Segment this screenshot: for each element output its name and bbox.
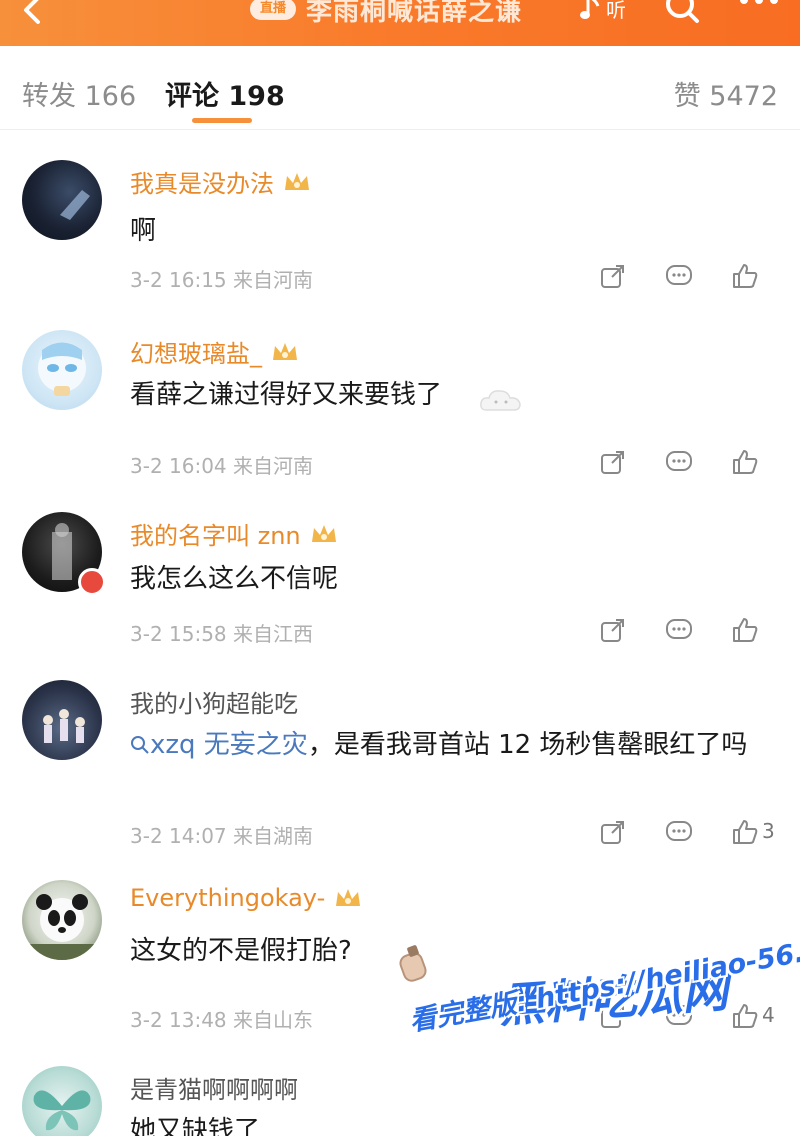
share-icon xyxy=(601,821,624,844)
username-text: Everythingokay- xyxy=(130,884,326,912)
listen-label: 听 xyxy=(606,0,626,22)
like-count: 3 xyxy=(762,819,775,843)
crown-icon xyxy=(336,889,361,906)
share-button[interactable] xyxy=(580,446,646,478)
search-mention-icon xyxy=(131,736,149,754)
comment-username[interactable]: 是青猫啊啊啊啊 xyxy=(130,1070,298,1105)
comment-username[interactable]: 我的小狗超能吃 xyxy=(130,684,298,719)
share-icon xyxy=(601,619,624,642)
comment-username[interactable]: 我真是没办法 xyxy=(130,164,312,199)
comment-text: 我怎么这么不信呢 xyxy=(130,564,339,594)
top-bar: 直播 李雨桐喊话薛之谦 听 xyxy=(0,0,800,46)
mention-text: xzq 无妄之灾 xyxy=(150,730,308,760)
avatar-image xyxy=(60,190,90,220)
thumbs-up-icon xyxy=(733,618,758,642)
comment-actions xyxy=(580,446,778,478)
verified-badge-icon xyxy=(78,568,106,596)
thumbs-up-icon xyxy=(733,450,758,474)
crown-icon xyxy=(285,172,309,190)
comment-icon xyxy=(666,265,692,285)
comment-meta: 3-2 14:07 来自湖南 xyxy=(130,824,314,848)
tab-repost[interactable]: 转发 166 xyxy=(22,74,136,113)
thumbs-up-icon xyxy=(733,820,758,844)
comment-username[interactable]: Everythingokay- xyxy=(130,884,363,912)
reply-button[interactable] xyxy=(646,446,712,478)
comment-meta: 3-2 15:58 来自江西 xyxy=(130,622,314,646)
comment-meta: 3-2 16:04 来自河南 xyxy=(130,454,314,478)
comment-text: 这女的不是假打胎? xyxy=(130,936,352,966)
comment-meta: 3-2 13:48 来自山东 xyxy=(130,1008,314,1032)
thumbs-up-icon xyxy=(733,264,758,288)
tab-comments[interactable]: 评论 198 xyxy=(165,74,285,113)
comment-icon xyxy=(666,451,692,471)
music-note-icon xyxy=(580,0,600,19)
like-count: 4 xyxy=(762,1003,775,1027)
avatar-image xyxy=(22,894,102,960)
like-button[interactable]: 3 xyxy=(712,816,778,848)
like-button[interactable] xyxy=(712,260,778,292)
avatar[interactable] xyxy=(22,880,102,960)
username-text: 是青猫啊啊啊啊 xyxy=(130,1076,298,1104)
comment-username[interactable]: 幻想玻璃盐_ xyxy=(130,334,300,369)
potion-sticker-icon xyxy=(399,945,427,982)
crown-icon xyxy=(311,524,336,542)
avatar[interactable] xyxy=(22,160,102,240)
thumbs-up-icon xyxy=(733,1004,758,1028)
back-icon[interactable] xyxy=(14,0,50,30)
listen-button[interactable]: 听 xyxy=(580,0,640,24)
comment-text: 她又缺钱了 xyxy=(130,1116,261,1136)
header-title-group: 直播 李雨桐喊话薛之谦 xyxy=(250,0,522,27)
cloud-sticker-icon xyxy=(480,390,521,411)
username-text: 幻想玻璃盐_ xyxy=(130,340,262,368)
live-badge[interactable]: 直播 xyxy=(250,0,297,20)
share-icon xyxy=(601,265,624,288)
avatar[interactable] xyxy=(22,680,102,760)
mention-link[interactable]: xzq 无妄之灾 xyxy=(130,730,308,760)
avatar-image xyxy=(38,342,86,396)
comment-actions xyxy=(580,614,778,646)
crown-icon xyxy=(273,342,297,360)
comment-username[interactable]: 我的名字叫 znn xyxy=(130,516,339,551)
username-text: 我的小狗超能吃 xyxy=(130,690,298,718)
share-button[interactable] xyxy=(580,260,646,292)
comment-actions: 3 xyxy=(580,816,778,848)
reply-button[interactable] xyxy=(646,260,712,292)
share-button[interactable] xyxy=(580,816,646,848)
comment-actions xyxy=(580,260,778,292)
avatar-image xyxy=(43,709,85,743)
comment-text: 啊 xyxy=(130,216,157,246)
reply-button[interactable] xyxy=(646,614,712,646)
tab-bar: 转发 166 评论 198 赞 5472 xyxy=(0,46,800,130)
avatar[interactable] xyxy=(22,1066,102,1136)
page-title: 李雨桐喊话薛之谦 xyxy=(306,0,523,27)
username-text: 我的名字叫 znn xyxy=(130,522,301,550)
comment-icon xyxy=(666,619,692,639)
search-icon[interactable] xyxy=(662,0,702,26)
like-button[interactable] xyxy=(712,614,778,646)
comment-icon xyxy=(666,821,692,841)
more-icon[interactable] xyxy=(734,0,784,14)
comment-text: xzq 无妄之灾，是看我哥首站 12 场秒售罄眼红了吗 xyxy=(130,722,770,768)
avatar[interactable] xyxy=(22,330,102,410)
tab-likes[interactable]: 赞 5472 xyxy=(674,74,778,113)
active-tab-indicator xyxy=(192,118,252,123)
share-icon xyxy=(601,451,624,474)
comment-meta: 3-2 16:15 来自河南 xyxy=(130,268,314,292)
like-button[interactable] xyxy=(712,446,778,478)
reply-button[interactable] xyxy=(646,816,712,848)
comment-body: ，是看我哥首站 12 场秒售罄眼红了吗 xyxy=(307,730,748,760)
share-button[interactable] xyxy=(580,614,646,646)
comment-text: 看薛之谦过得好又来要钱了 xyxy=(130,380,443,410)
avatar-image xyxy=(33,1090,91,1131)
username-text: 我真是没办法 xyxy=(130,170,274,198)
